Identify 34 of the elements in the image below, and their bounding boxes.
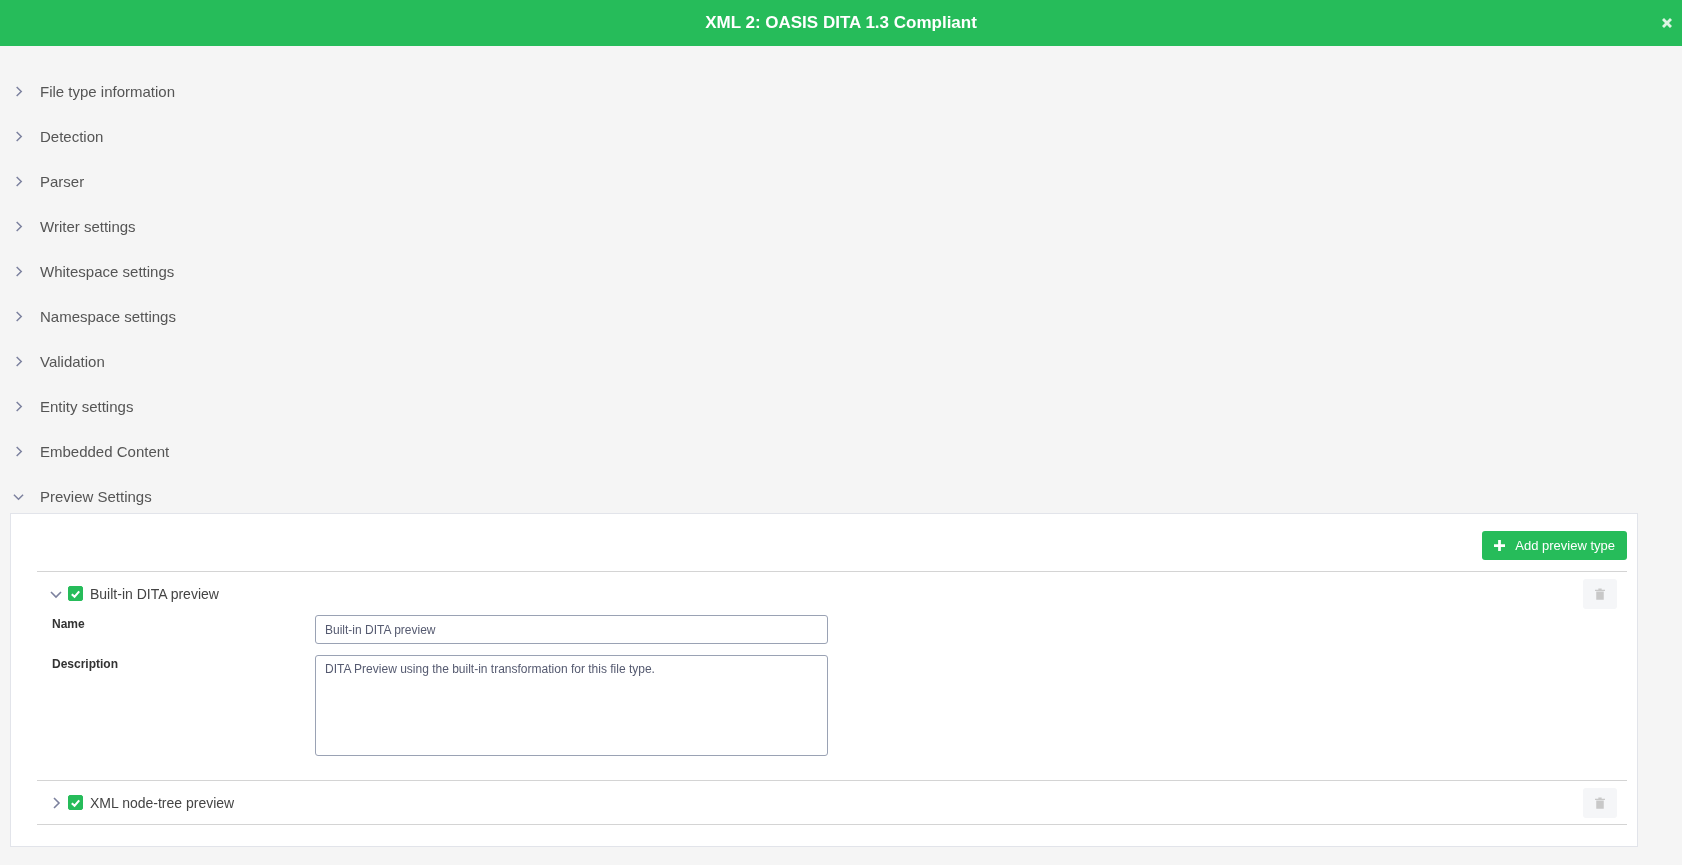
name-input-field[interactable]: Built-in DITA preview (315, 615, 828, 644)
section-header[interactable]: Namespace settings (40, 308, 176, 325)
preview-type-title: Built-in DITA preview (90, 585, 220, 602)
field-label: Name (52, 616, 86, 631)
chevron-right-icon[interactable] (13, 311, 24, 322)
chevron-right-icon[interactable] (13, 86, 24, 97)
section-header[interactable]: Whitespace settings (40, 263, 175, 280)
section-header[interactable]: Embedded Content (40, 443, 170, 460)
field-label: Description (52, 656, 119, 671)
section-header[interactable]: Writer settings (40, 218, 136, 235)
chevron-right-icon[interactable] (13, 356, 24, 367)
description-input-field[interactable]: DITA Preview using the built-in transformation for this file type. (315, 655, 828, 756)
trash-icon (1595, 796, 1605, 809)
trash-icon (1595, 587, 1605, 600)
section-header[interactable]: Preview Settings (40, 488, 152, 505)
checkbox[interactable] (68, 586, 83, 601)
section-header[interactable]: Entity settings (40, 398, 134, 415)
chevron-down-icon[interactable] (13, 491, 24, 502)
chevron-right-icon[interactable] (13, 221, 24, 232)
section-header[interactable]: Validation (40, 353, 105, 370)
close-icon[interactable] (1660, 16, 1674, 30)
chevron-right-icon[interactable] (50, 796, 62, 809)
section-header[interactable]: File type information (40, 83, 176, 100)
checkbox[interactable] (68, 795, 83, 810)
plus-icon (1494, 540, 1506, 551)
chevron-right-icon[interactable] (13, 266, 24, 277)
chevron-right-icon[interactable] (13, 446, 24, 457)
section-header[interactable]: Detection (40, 128, 104, 145)
window-title: XML 2: OASIS DITA 1.3 Compliant (705, 13, 977, 33)
preview-type-title: XML node-tree preview (90, 794, 236, 811)
section-header[interactable]: Parser (40, 173, 85, 190)
chevron-right-icon[interactable] (13, 401, 24, 412)
chevron-right-icon[interactable] (13, 176, 24, 187)
chevron-right-icon[interactable] (13, 131, 24, 142)
